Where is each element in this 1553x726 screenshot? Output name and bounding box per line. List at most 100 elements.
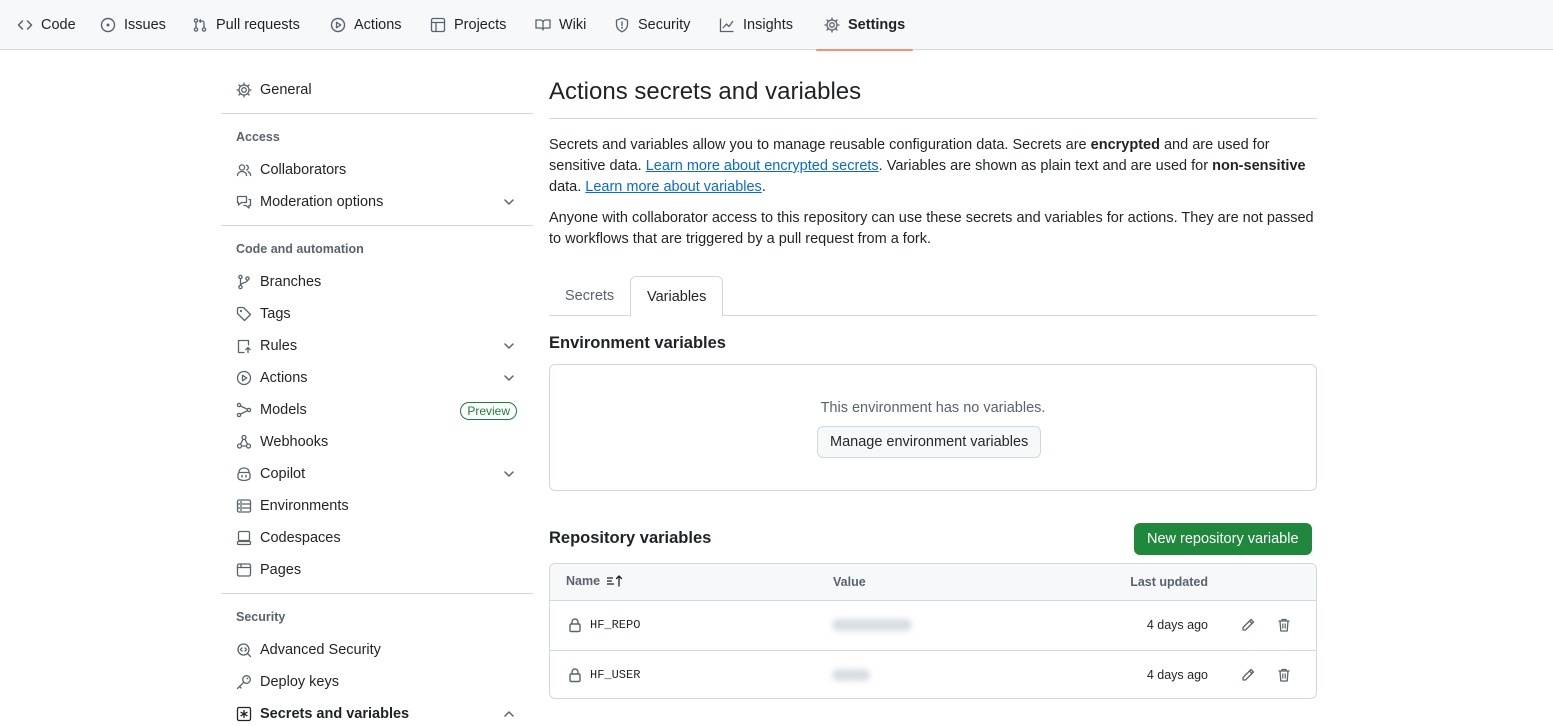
tab-projects-label: Projects xyxy=(454,17,507,33)
tab-wiki[interactable]: Wiki xyxy=(535,0,586,50)
name-column-header[interactable]: Name xyxy=(566,574,624,588)
sidebar-item-models[interactable]: Models Preview xyxy=(221,394,533,426)
sidebar-item-tags[interactable]: Tags xyxy=(221,298,533,330)
collaborator-note: Anyone with collaborator access to this … xyxy=(549,210,1314,247)
sidebar-item-copilot[interactable]: Copilot xyxy=(221,458,533,490)
title-divider xyxy=(549,118,1317,119)
environment-variables-heading: Environment variables xyxy=(549,334,726,352)
preview-badge: Preview xyxy=(460,402,517,420)
last-updated: 4 days ago xyxy=(1146,618,1208,632)
tab-pull-requests-label: Pull requests xyxy=(216,17,300,33)
sidebar-item-label: Models xyxy=(260,402,307,418)
issue-icon xyxy=(100,17,116,33)
tab-variables[interactable]: Variables xyxy=(630,276,724,317)
learn-more-secrets-link[interactable]: Learn more about encrypted secrets xyxy=(646,158,879,174)
sidebar-item-secrets-variables[interactable]: Secrets and variables xyxy=(221,698,533,726)
sidebar-section-security: Security xyxy=(236,610,286,624)
branch-icon xyxy=(238,274,250,290)
sidebar-item-actions[interactable]: Actions xyxy=(221,362,533,394)
codescan-icon xyxy=(237,643,252,658)
intro-paragraph: Secrets and variables allow you to manag… xyxy=(549,135,1317,198)
gear-icon xyxy=(824,17,840,33)
sidebar-item-moderation[interactable]: Moderation options xyxy=(221,186,533,218)
sidebar-item-label: Webhooks xyxy=(260,434,329,450)
tab-code-label: Code xyxy=(41,17,76,33)
tab-settings[interactable]: Settings xyxy=(815,0,914,51)
webhook-icon xyxy=(236,434,252,449)
sidebar-item-rules[interactable]: Rules xyxy=(221,330,533,362)
environment-variables-box: This environment has no variables. Manag… xyxy=(549,364,1317,491)
repository-variables-heading: Repository variables xyxy=(549,529,712,547)
sidebar-item-collaborators[interactable]: Collaborators xyxy=(221,154,533,186)
asterisk-icon xyxy=(236,706,252,722)
page-title: Actions secrets and variables xyxy=(549,78,862,105)
tab-actions-label: Actions xyxy=(354,17,402,33)
key-icon xyxy=(236,675,251,690)
sidebar-divider xyxy=(221,593,533,594)
variable-value-masked xyxy=(832,619,912,631)
last-updated: 4 days ago xyxy=(1146,668,1208,682)
sidebar-item-pages[interactable]: Pages xyxy=(221,554,533,586)
sidebar-item-label: Pages xyxy=(260,562,302,578)
trash-icon[interactable] xyxy=(1276,617,1292,633)
table-row: HF_USER 4 days ago xyxy=(550,650,1316,698)
sidebar-item-label: Copilot xyxy=(260,466,306,482)
intro-text: . xyxy=(761,179,766,195)
sidebar-item-label: Advanced Security xyxy=(260,642,381,658)
intro-text: Secrets and variables allow you to manag… xyxy=(549,137,1091,153)
variable-value-masked xyxy=(832,669,870,681)
tab-code[interactable]: Code xyxy=(17,0,76,50)
tab-wiki-label: Wiki xyxy=(559,17,587,33)
sidebar-item-label: Moderation options xyxy=(260,194,384,210)
sidebar-item-label: Branches xyxy=(260,274,322,290)
trash-icon[interactable] xyxy=(1276,667,1292,683)
tab-insights-label: Insights xyxy=(743,17,793,33)
pull-request-icon xyxy=(193,18,207,32)
tab-security[interactable]: Security xyxy=(614,0,690,50)
new-repository-variable-button[interactable]: New repository variable xyxy=(1134,523,1312,555)
sidebar-item-advanced-security[interactable]: Advanced Security xyxy=(221,634,533,666)
tag-icon xyxy=(236,306,252,322)
comment-discussion-icon xyxy=(236,195,252,209)
tab-actions[interactable]: Actions xyxy=(330,0,402,50)
repo-push-icon xyxy=(237,339,251,354)
tab-insights[interactable]: Insights xyxy=(719,0,793,50)
sidebar-item-codespaces[interactable]: Codespaces xyxy=(221,522,533,554)
tab-issues[interactable]: Issues xyxy=(100,0,166,50)
sidebar-item-label: General xyxy=(260,82,312,98)
sidebar-item-deploy-keys[interactable]: Deploy keys xyxy=(221,666,533,698)
empty-state-message: This environment has no variables. xyxy=(820,400,1046,416)
sidebar-item-branches[interactable]: Branches xyxy=(221,266,533,298)
sidebar-item-general[interactable]: General xyxy=(221,74,533,106)
lock-icon xyxy=(569,668,581,683)
pencil-icon[interactable] xyxy=(1240,667,1256,683)
sidebar-item-label: Environments xyxy=(260,498,349,514)
lock-icon xyxy=(569,618,581,633)
chevron-down-icon xyxy=(504,375,514,381)
server-icon xyxy=(236,499,252,513)
chevron-down-icon xyxy=(504,471,514,477)
pencil-icon[interactable] xyxy=(1240,617,1256,633)
variable-name: HF_REPO xyxy=(590,618,641,632)
sidebar-item-label: Tags xyxy=(260,306,291,322)
codespaces-icon xyxy=(236,530,252,546)
repo-nav: Code Issues Pull requests Actions Projec… xyxy=(0,0,1553,51)
manage-environment-variables-button[interactable]: Manage environment variables xyxy=(817,426,1042,458)
learn-more-variables-link[interactable]: Learn more about variables xyxy=(585,179,762,195)
play-icon xyxy=(330,17,346,33)
table-icon xyxy=(430,17,446,33)
tab-pull-requests[interactable]: Pull requests xyxy=(192,0,300,50)
tab-settings-label: Settings xyxy=(848,17,906,33)
sidebar-divider xyxy=(221,113,533,114)
sidebar-item-label: Deploy keys xyxy=(260,674,339,690)
sidebar-item-webhooks[interactable]: Webhooks xyxy=(221,426,533,458)
tab-issues-label: Issues xyxy=(124,17,166,33)
sidebar-item-environments[interactable]: Environments xyxy=(221,490,533,522)
table-row: HF_REPO 4 days ago xyxy=(550,601,1316,650)
sidebar-item-label: Rules xyxy=(260,338,298,354)
tab-projects[interactable]: Projects xyxy=(430,0,506,50)
browser-icon xyxy=(236,563,252,577)
intro-text: data. xyxy=(549,179,586,195)
sort-ascending-icon[interactable] xyxy=(606,574,624,588)
tab-secrets[interactable]: Secrets xyxy=(549,276,630,316)
